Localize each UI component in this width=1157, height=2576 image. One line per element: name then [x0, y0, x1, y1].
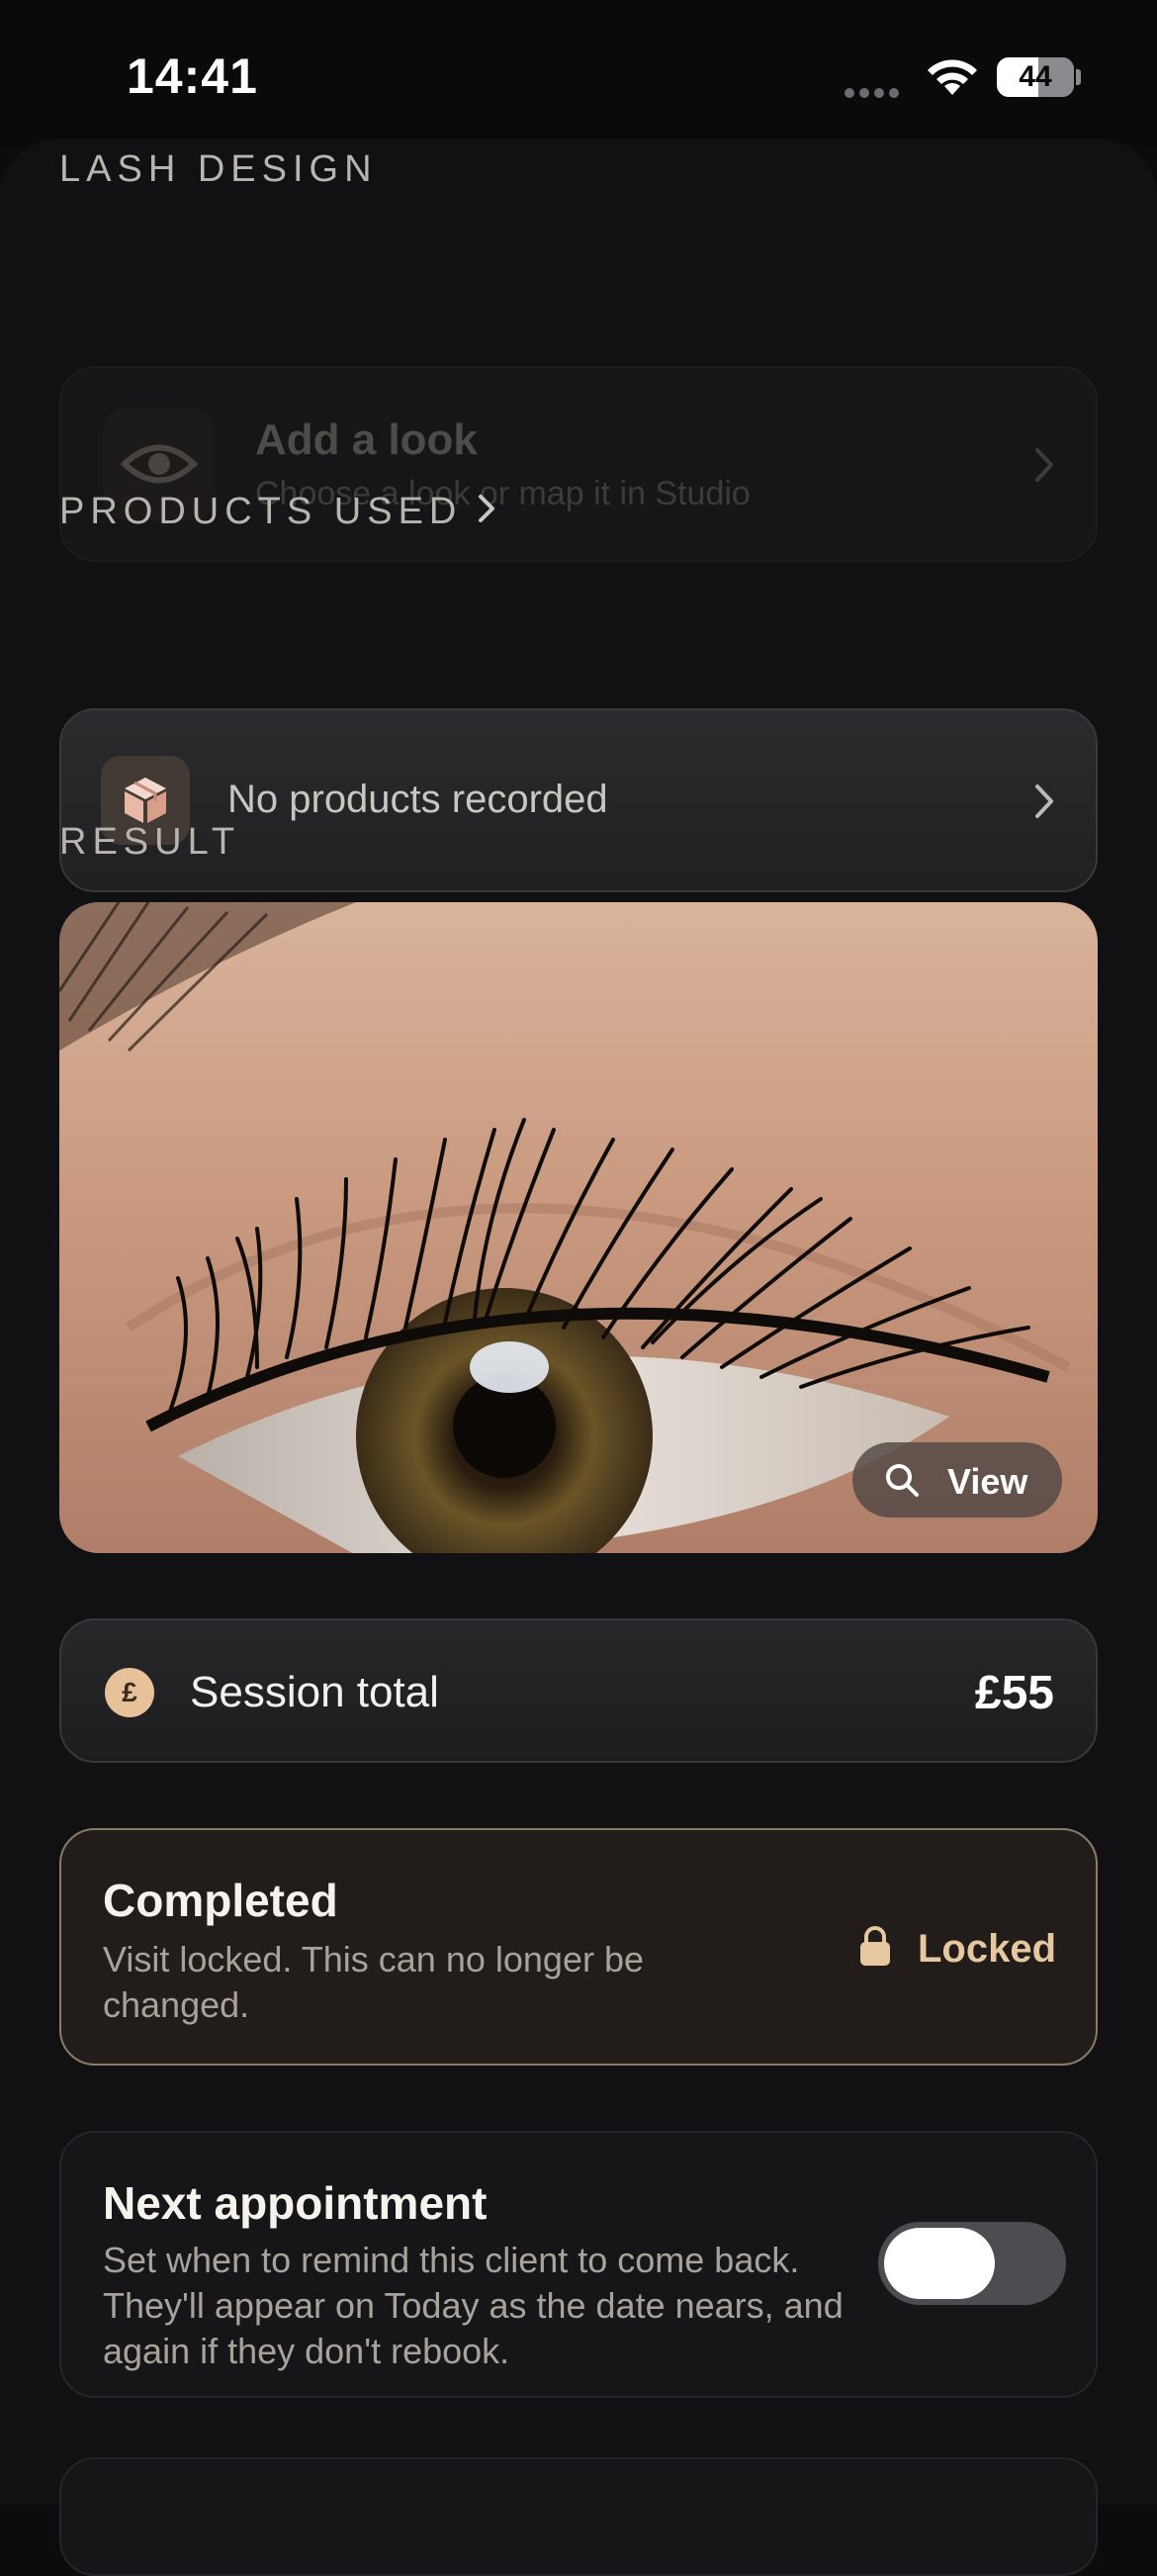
- lock-icon: [860, 1926, 890, 1966]
- toggle-knob: [884, 2228, 995, 2299]
- battery-tip: [1076, 69, 1081, 85]
- visit-sheet: LASH DESIGN Add a look Choose a look or …: [0, 138, 1157, 2576]
- products-card[interactable]: No products recorded: [59, 708, 1098, 892]
- completed-card: Completed Visit locked. This can no long…: [59, 1828, 1098, 2066]
- session-total-value: £55: [974, 1667, 1054, 1719]
- view-photo-label: View: [947, 1461, 1028, 1502]
- session-total-label: Session total: [190, 1668, 439, 1716]
- battery-level: 44: [1019, 60, 1052, 93]
- next-appointment-toggle[interactable]: [878, 2222, 1066, 2305]
- status-time: 14:41: [127, 48, 258, 104]
- no-products-text: No products recorded: [227, 778, 608, 821]
- completed-title: Completed: [103, 1875, 338, 1926]
- wifi-icon: [928, 59, 977, 95]
- search-icon: [886, 1464, 919, 1497]
- status-bar: 14:41 44: [0, 0, 1157, 148]
- battery-icon: 44: [997, 57, 1074, 97]
- result-heading: RESULT: [59, 821, 241, 863]
- next-appointment-title: Next appointment: [103, 2177, 488, 2229]
- add-look-title: Add a look: [255, 415, 478, 464]
- view-photo-button[interactable]: View: [852, 1442, 1062, 1518]
- next-card-peek: [59, 2457, 1098, 2576]
- result-photo[interactable]: View: [59, 902, 1098, 1553]
- chevron-right-icon: [1035, 448, 1053, 482]
- products-chevron-icon[interactable]: [477, 493, 496, 524]
- locked-label: Locked: [918, 1927, 1057, 1971]
- pound-icon: £: [105, 1668, 154, 1717]
- next-appointment-subtitle: Set when to remind this client to come b…: [103, 2240, 844, 2371]
- products-used-heading[interactable]: PRODUCTS USED: [59, 491, 462, 533]
- session-total-card: £ Session total £55: [59, 1618, 1098, 1763]
- lash-design-heading: LASH DESIGN: [59, 148, 378, 190]
- products-used-label: PRODUCTS USED: [59, 491, 463, 532]
- cellular-signal-icon: [845, 85, 904, 103]
- chevron-right-icon: [1035, 784, 1053, 818]
- completed-subtitle: Visit locked. This can no longer be chan…: [103, 1939, 644, 2025]
- next-appointment-card: Next appointment Set when to remind this…: [59, 2131, 1098, 2398]
